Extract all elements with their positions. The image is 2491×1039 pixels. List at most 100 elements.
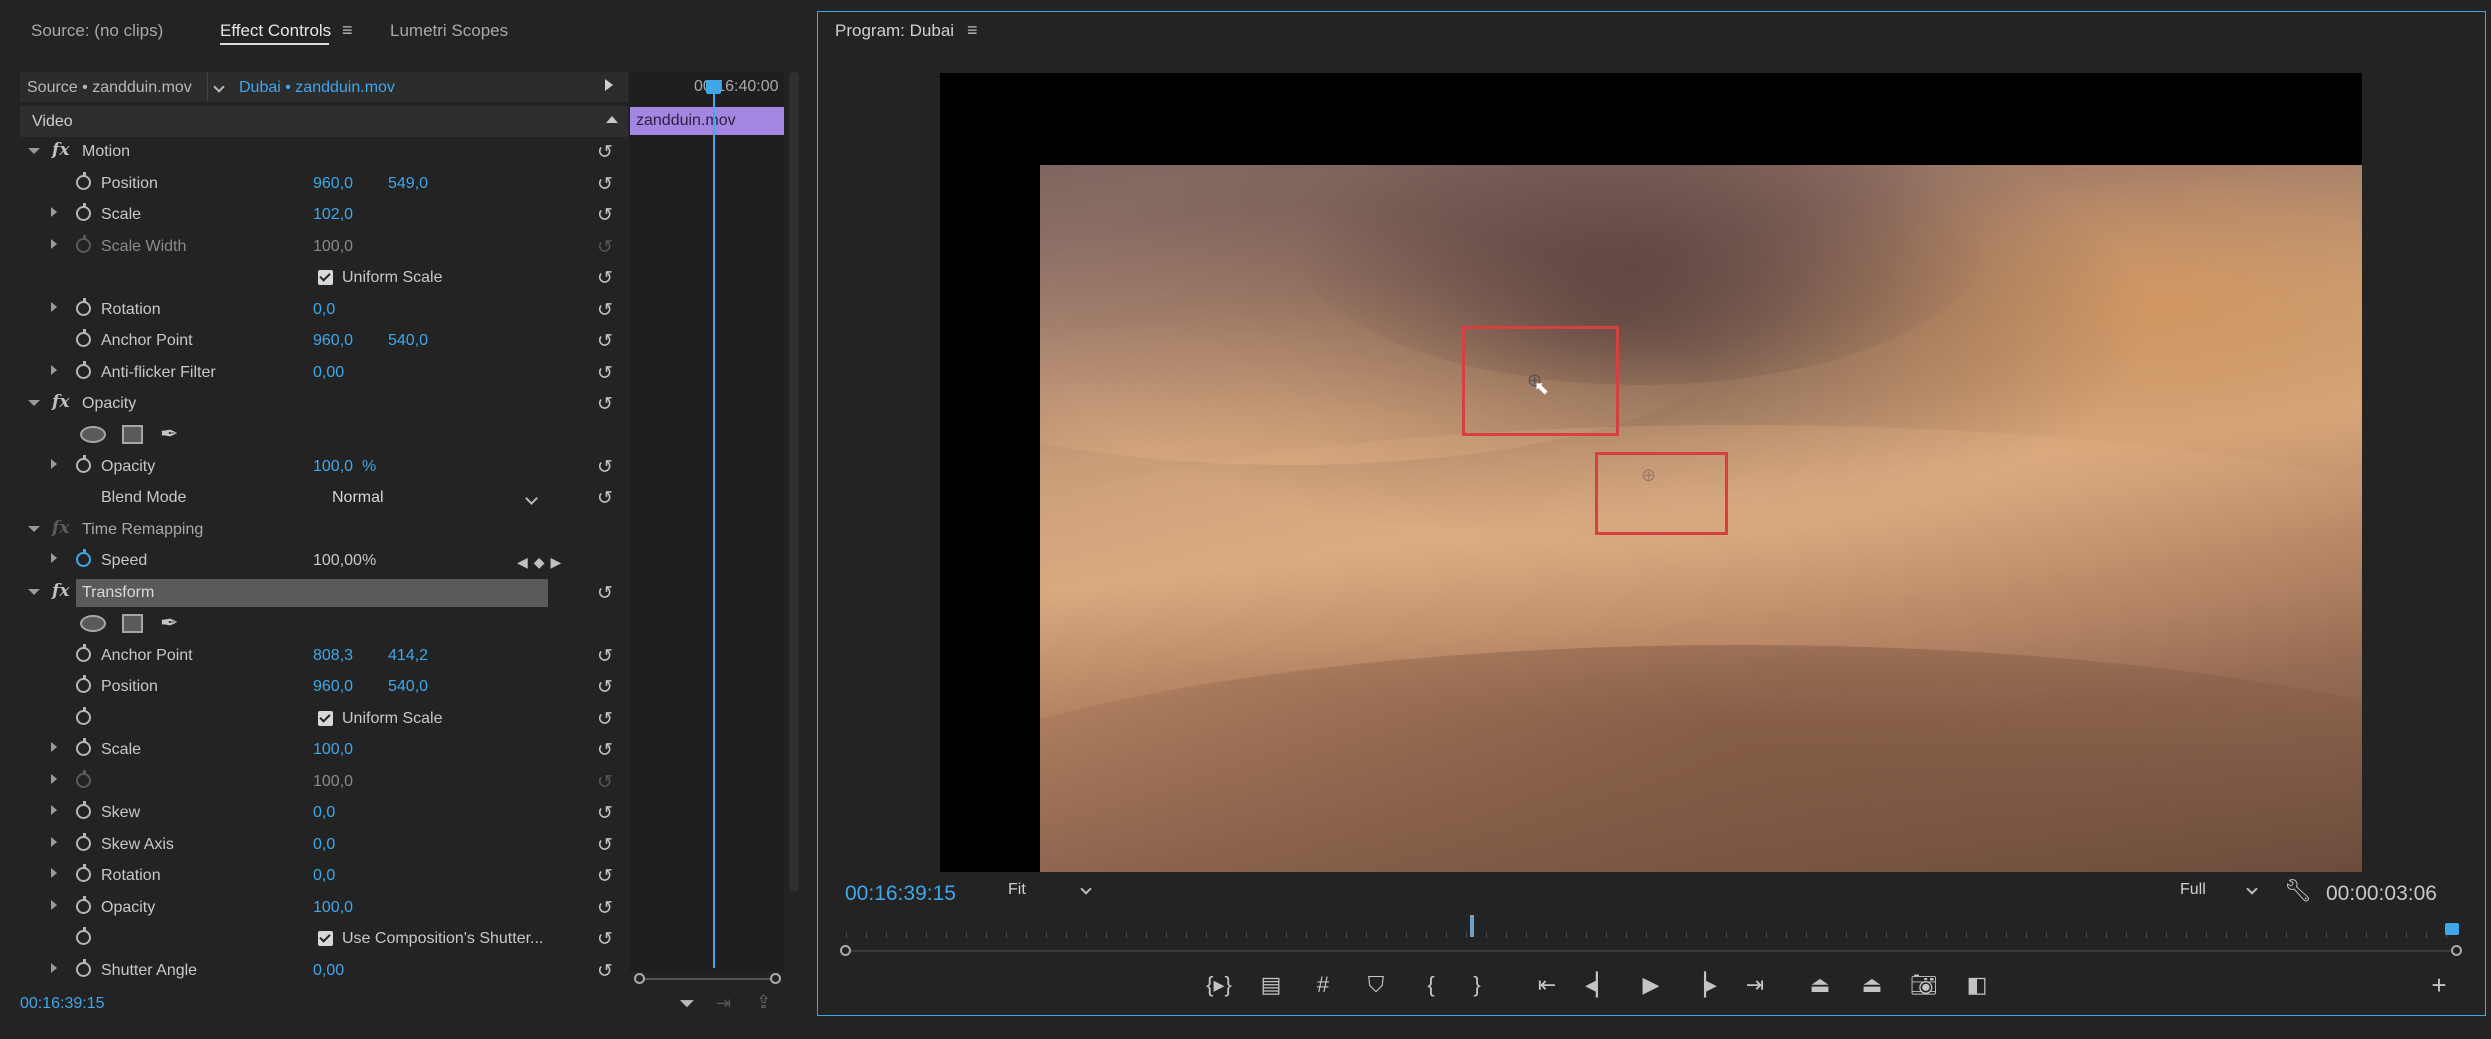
sequence-clip-label[interactable]: Dubai • zandduin.mov — [239, 79, 395, 97]
speed-value[interactable]: 100,00% — [313, 552, 376, 570]
zoom-slider-track[interactable] — [638, 978, 778, 980]
reset-icon[interactable]: ↺ — [597, 897, 613, 920]
reset-icon[interactable]: ↺ — [597, 928, 613, 951]
ellipse-mask-icon[interactable] — [80, 615, 106, 632]
t-scale-value[interactable]: 100,0 — [313, 741, 353, 759]
pen-mask-icon[interactable]: ✒ — [160, 610, 178, 636]
uniform-scale-checkbox[interactable] — [318, 270, 333, 285]
rotation-value[interactable]: 0,0 — [313, 301, 335, 319]
t-skew-axis-value[interactable]: 0,0 — [313, 836, 335, 854]
playhead-handle[interactable] — [2445, 923, 2459, 935]
stopwatch-icon[interactable] — [76, 896, 91, 914]
comparison-view-icon[interactable]: ◧ — [1959, 972, 1995, 998]
reset-icon[interactable]: ↺ — [597, 299, 613, 322]
clip-bar[interactable]: zandduin.mov — [630, 107, 784, 135]
go-to-out-icon[interactable]: ⇥ — [1737, 972, 1773, 998]
pen-mask-icon[interactable]: ✒ — [160, 421, 178, 447]
twirl-right-icon[interactable] — [51, 805, 57, 815]
twirl-right-icon[interactable] — [51, 553, 57, 563]
reset-icon[interactable]: ↺ — [597, 960, 613, 983]
t-anchor-y-value[interactable]: 414,2 — [388, 647, 428, 665]
reset-icon[interactable]: ↺ — [597, 204, 613, 227]
reset-icon[interactable]: ↺ — [597, 173, 613, 196]
reset-icon[interactable]: ↺ — [597, 393, 613, 416]
step-back-icon[interactable]: ◂▏ — [1581, 972, 1617, 998]
keyframe-navigator[interactable]: ◀◆▶ — [517, 554, 567, 571]
t-position-x-value[interactable]: 960,0 — [313, 678, 353, 696]
opacity-value[interactable]: 100,0 — [313, 458, 353, 476]
go-to-in-icon[interactable]: ⇤ — [1529, 972, 1565, 998]
menu-icon[interactable]: ≡ — [342, 20, 353, 41]
effect-time-remapping[interactable]: fx Time Remapping — [20, 515, 628, 546]
zoom-fit-dropdown[interactable]: Fit — [1000, 878, 1096, 904]
scrollbar-left-handle[interactable] — [840, 945, 851, 956]
mark-out-icon[interactable]: } — [1459, 972, 1495, 998]
stopwatch-icon[interactable] — [76, 298, 91, 316]
twirl-down-icon[interactable] — [28, 589, 40, 595]
tab-source[interactable]: Source: (no clips) — [31, 21, 163, 41]
stopwatch-icon[interactable] — [76, 801, 91, 819]
t-opacity-value[interactable]: 100,0 — [313, 899, 353, 917]
zoom-scrollbar[interactable] — [846, 950, 2458, 952]
reset-icon[interactable]: ↺ — [597, 582, 613, 605]
twirl-right-icon[interactable] — [51, 774, 57, 784]
reset-icon[interactable]: ↺ — [597, 456, 613, 479]
reset-icon[interactable]: ↺ — [597, 645, 613, 668]
t-skew-value[interactable]: 0,0 — [313, 804, 335, 822]
stopwatch-icon[interactable] — [76, 329, 91, 347]
twirl-right-icon[interactable] — [51, 837, 57, 847]
effect-motion[interactable]: fx Motion ↺ — [20, 137, 628, 168]
marker-grid-icon[interactable]: # — [1305, 972, 1341, 998]
anchor-x-value[interactable]: 960,0 — [313, 332, 353, 350]
twirl-right-icon[interactable] — [51, 239, 57, 249]
twirl-right-icon[interactable] — [51, 868, 57, 878]
twirl-right-icon[interactable] — [51, 963, 57, 973]
footer-timecode[interactable]: 00:16:39:15 — [20, 995, 105, 1013]
insert-edit-icon[interactable]: {▸} — [1201, 972, 1237, 998]
play-only-audio-icon[interactable] — [605, 79, 613, 91]
reset-icon[interactable]: ↺ — [597, 739, 613, 762]
time-ruler[interactable] — [846, 932, 2456, 938]
fx-icon[interactable]: fx — [52, 140, 69, 160]
scrollbar-right-handle[interactable] — [2451, 945, 2462, 956]
reset-icon[interactable]: ↺ — [597, 141, 613, 164]
tab-lumetri-scopes[interactable]: Lumetri Scopes — [390, 21, 508, 41]
ellipse-mask-icon[interactable] — [80, 426, 106, 443]
source-clip-label[interactable]: Source • zandduin.mov — [27, 79, 192, 97]
rectangle-mask-icon[interactable] — [122, 425, 143, 444]
twirl-right-icon[interactable] — [51, 742, 57, 752]
t-rotation-value[interactable]: 0,0 — [313, 867, 335, 885]
stopwatch-icon[interactable] — [76, 549, 91, 567]
reset-icon[interactable]: ↺ — [597, 362, 613, 385]
rectangle-mask-icon[interactable] — [122, 614, 143, 633]
in-marker[interactable] — [1470, 915, 1474, 937]
reset-icon[interactable]: ↺ — [597, 676, 613, 699]
reset-icon[interactable]: ↺ — [597, 708, 613, 731]
vertical-scrollbar[interactable] — [789, 72, 799, 892]
play-icon[interactable]: ▶ — [1633, 972, 1669, 998]
reset-icon[interactable]: ↺ — [597, 330, 613, 353]
tracking-box-2[interactable] — [1595, 452, 1728, 535]
reset-icon[interactable]: ↺ — [597, 487, 613, 510]
twirl-right-icon[interactable] — [51, 365, 57, 375]
scale-value[interactable]: 102,0 — [313, 206, 353, 224]
use-composition-shutter-checkbox[interactable] — [318, 931, 333, 946]
extract-edit-icon[interactable]: ⏏ — [1854, 972, 1890, 998]
resolution-dropdown[interactable]: Full — [2170, 878, 2262, 904]
t-anchor-x-value[interactable]: 808,3 — [313, 647, 353, 665]
fx-icon[interactable]: fx — [52, 581, 69, 601]
zoom-slider-right-handle[interactable] — [770, 973, 781, 984]
current-timecode[interactable]: 00:16:39:15 — [845, 882, 956, 906]
stopwatch-icon[interactable] — [76, 644, 91, 662]
antiflicker-value[interactable]: 0,00 — [313, 364, 344, 382]
twirl-right-icon[interactable] — [51, 900, 57, 910]
reset-icon[interactable]: ↺ — [597, 834, 613, 857]
effect-opacity[interactable]: fx Opacity ↺ — [20, 389, 628, 420]
add-marker-icon[interactable]: ⛉ — [1358, 972, 1394, 998]
twirl-right-icon[interactable] — [51, 207, 57, 217]
reset-icon[interactable]: ↺ — [597, 865, 613, 888]
menu-icon[interactable]: ≡ — [967, 20, 978, 41]
camera-icon[interactable]: 📷︎ — [1906, 972, 1942, 998]
stopwatch-icon[interactable] — [76, 361, 91, 379]
stopwatch-icon[interactable] — [76, 172, 91, 190]
